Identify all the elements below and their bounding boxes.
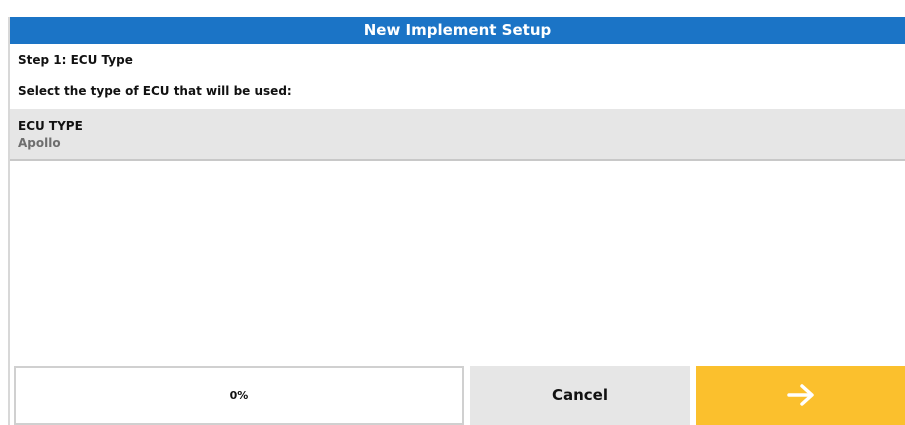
ecu-type-label: ECU TYPE [18,119,83,133]
step-label: Step 1: ECU Type [18,53,133,67]
progress-text: 0% [229,389,249,402]
setup-dialog: New Implement Setup Step 1: ECU Type Sel… [8,17,905,425]
ecu-type-selector[interactable]: ECU TYPE Apollo [10,109,905,161]
ecu-type-value: Apollo [18,136,61,150]
dialog-title: New Implement Setup [10,17,905,44]
progress-indicator: 0% [14,366,464,425]
wizard-footer: 0% Cancel [14,366,905,425]
arrow-right-icon [787,384,814,406]
instruction-text: Select the type of ECU that will be used… [18,84,292,98]
cancel-button[interactable]: Cancel [470,366,690,425]
next-button[interactable] [696,366,905,425]
